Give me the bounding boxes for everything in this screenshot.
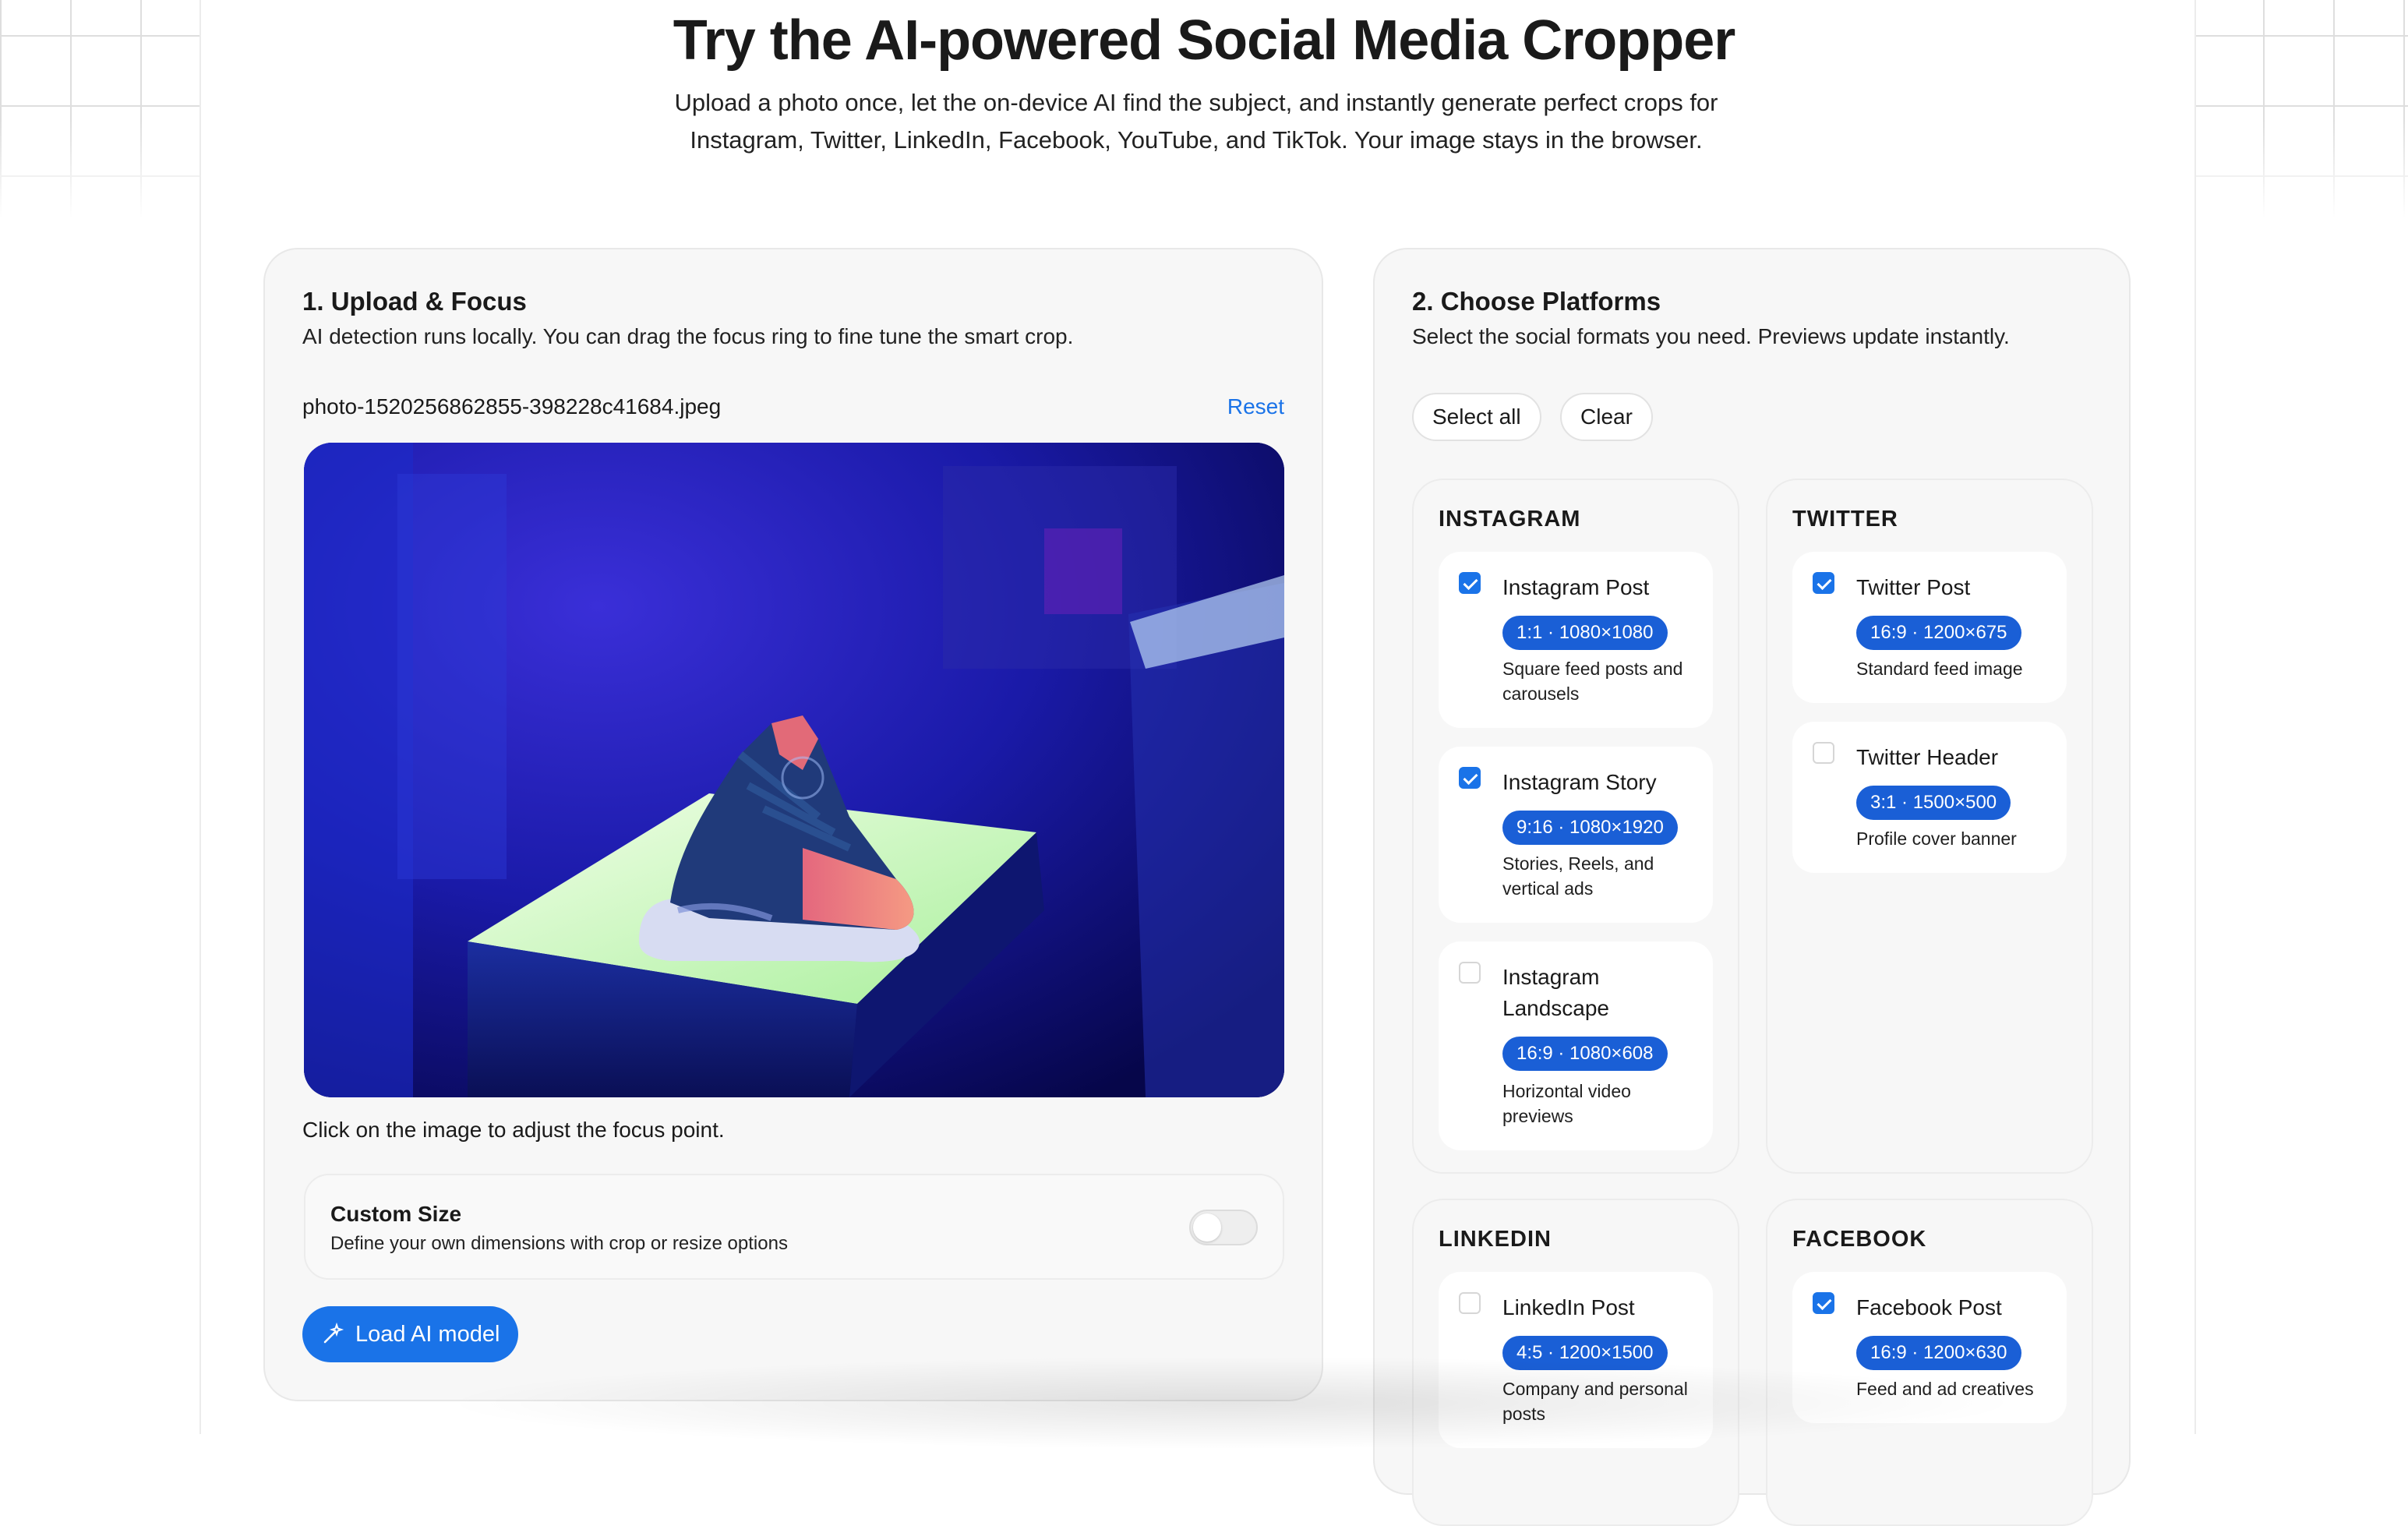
format-name: Twitter Header <box>1856 745 1999 769</box>
file-name: photo-1520256862855-398228c41684.jpeg <box>302 394 722 419</box>
magic-wand-icon <box>323 1323 344 1344</box>
choose-platforms-card: 2. Choose Platforms Select the social fo… <box>1373 248 2131 1526</box>
checkbox-twitter-post[interactable] <box>1813 572 1834 594</box>
custom-size-toggle[interactable] <box>1189 1210 1258 1245</box>
format-size-badge: 16:9 · 1080×608 <box>1502 1037 1668 1071</box>
format-size-badge: 16:9 · 1200×675 <box>1856 616 2021 650</box>
format-size-badge: 9:16 · 1080×1920 <box>1502 811 1678 845</box>
format-name: Facebook Post <box>1856 1295 2002 1319</box>
format-size-badge: 16:9 · 1200×630 <box>1856 1336 2021 1370</box>
reset-link[interactable]: Reset <box>1227 394 1284 419</box>
format-name: Instagram Landscape <box>1502 965 1610 1020</box>
load-ai-model-label: Load AI model <box>355 1321 500 1347</box>
custom-size-title: Custom Size <box>330 1202 462 1226</box>
format-card-instagram-story[interactable]: Instagram Story 9:16 · 1080×1920 Stories… <box>1439 747 1713 923</box>
platforms-card-description: Select the social formats you need. Prev… <box>1412 324 2010 348</box>
format-name: LinkedIn Post <box>1502 1295 1635 1319</box>
format-card-instagram-landscape[interactable]: Instagram Landscape 16:9 · 1080×608 Hori… <box>1439 941 1713 1150</box>
format-name: Instagram Story <box>1502 770 1657 794</box>
format-description: Stories, Reels, and vertical ads <box>1502 853 1654 899</box>
platform-group-facebook: FACEBOOK Facebook Post 16:9 · 1200×630 F… <box>1766 1199 2093 1526</box>
group-title: LINKEDIN <box>1439 1227 1552 1252</box>
load-ai-model-button[interactable]: Load AI model <box>302 1306 519 1362</box>
platform-group-linkedin: LINKEDIN LinkedIn Post 4:5 · 1200×1500 C… <box>1412 1199 1739 1526</box>
format-card-linkedin-post[interactable]: LinkedIn Post 4:5 · 1200×1500 Company an… <box>1439 1272 1713 1448</box>
checkbox-instagram-story[interactable] <box>1459 767 1481 789</box>
format-description: Square feed posts and carousels <box>1502 659 1683 704</box>
format-description: Standard feed image <box>1856 659 2023 679</box>
page-subtitle: Upload a photo once, let the on-device A… <box>674 89 1718 154</box>
format-name: Twitter Post <box>1856 575 1971 599</box>
group-title: INSTAGRAM <box>1439 507 1581 532</box>
format-description: Horizontal video previews <box>1502 1081 1631 1126</box>
sneaker-photo <box>304 443 1284 1097</box>
format-description: Company and personal posts <box>1502 1379 1688 1424</box>
format-card-instagram-post[interactable]: Instagram Post 1:1 · 1080×1080 Square fe… <box>1439 552 1713 728</box>
upload-card-description: AI detection runs locally. You can drag … <box>302 324 1074 348</box>
custom-size-panel: Custom Size Define your own dimensions w… <box>304 1174 1284 1280</box>
group-title: FACEBOOK <box>1792 1227 1927 1252</box>
select-all-button[interactable]: Select all <box>1412 393 1541 441</box>
format-description: Feed and ad creatives <box>1856 1379 2034 1399</box>
format-name: Instagram Post <box>1502 575 1650 599</box>
checkbox-linkedin-post[interactable] <box>1459 1292 1481 1314</box>
clear-button[interactable]: Clear <box>1560 393 1653 441</box>
format-card-facebook-post[interactable]: Facebook Post 16:9 · 1200×630 Feed and a… <box>1792 1272 2067 1423</box>
platform-group-instagram: INSTAGRAM Instagram Post 1:1 · 1080×1080… <box>1412 479 1739 1174</box>
format-size-badge: 4:5 · 1200×1500 <box>1502 1336 1668 1370</box>
page-title: Try the AI-powered Social Media Cropper <box>673 9 1736 72</box>
platforms-card-title: 2. Choose Platforms <box>1412 287 1661 316</box>
checkbox-instagram-post[interactable] <box>1459 572 1481 594</box>
upload-focus-card: 1. Upload & Focus AI detection runs loca… <box>263 248 1323 1401</box>
checkbox-twitter-header[interactable] <box>1813 742 1834 764</box>
format-card-twitter-post[interactable]: Twitter Post 16:9 · 1200×675 Standard fe… <box>1792 552 2067 703</box>
platform-group-twitter: TWITTER Twitter Post 16:9 · 1200×675 Sta… <box>1766 479 2093 1174</box>
format-card-twitter-header[interactable]: Twitter Header 3:1 · 1500×500 Profile co… <box>1792 722 2067 873</box>
checkbox-facebook-post[interactable] <box>1813 1292 1834 1314</box>
format-description: Profile cover banner <box>1856 828 2017 849</box>
checkbox-instagram-landscape[interactable] <box>1459 962 1481 984</box>
group-title: TWITTER <box>1792 507 1898 532</box>
uploaded-image-preview[interactable] <box>304 443 1284 1097</box>
format-size-badge: 1:1 · 1080×1080 <box>1502 616 1668 650</box>
custom-size-description: Define your own dimensions with crop or … <box>330 1233 788 1254</box>
toggle-knob <box>1193 1213 1221 1242</box>
focus-hint: Click on the image to adjust the focus p… <box>302 1118 725 1142</box>
format-size-badge: 3:1 · 1500×500 <box>1856 786 2011 820</box>
upload-card-title: 1. Upload & Focus <box>302 287 527 316</box>
